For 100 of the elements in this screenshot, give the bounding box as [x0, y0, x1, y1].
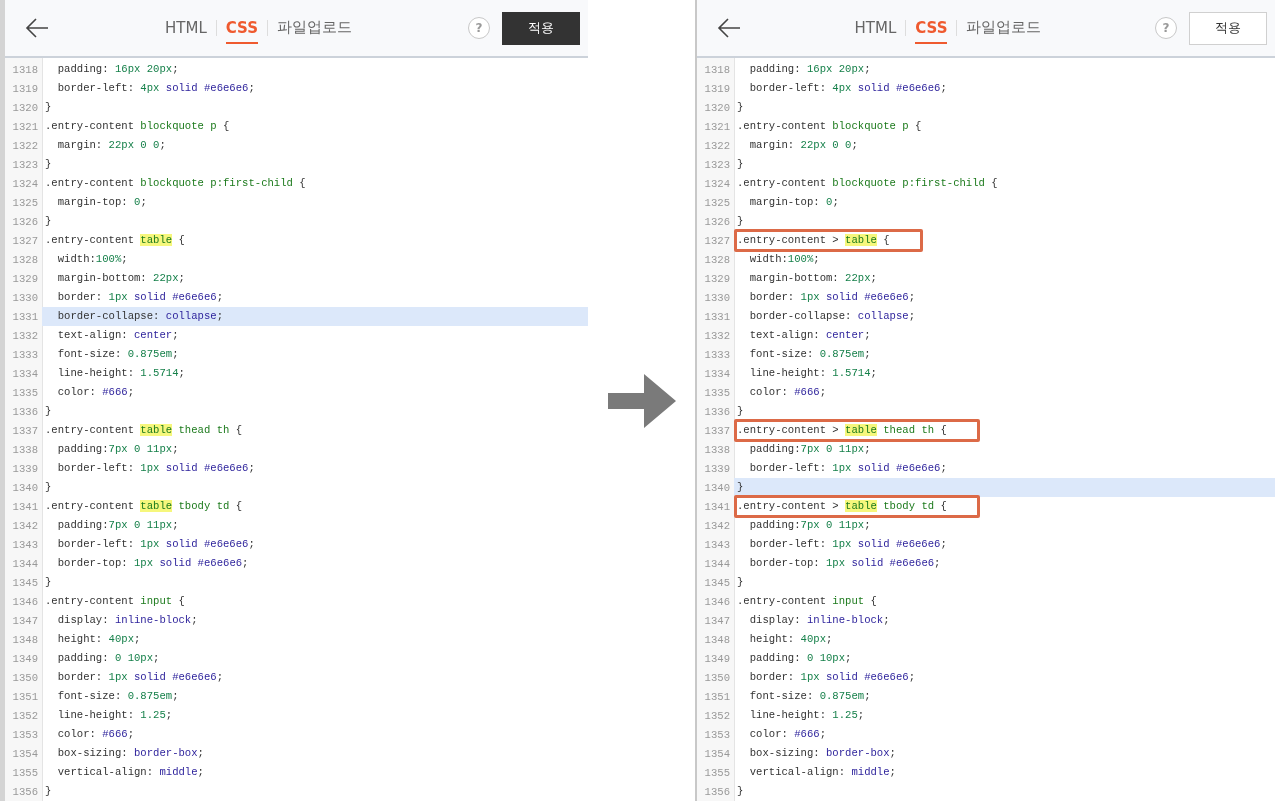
line-number: 1341	[703, 500, 731, 513]
line-number: 1318	[703, 63, 731, 76]
code-line: width:100%;	[56, 252, 128, 267]
code-line: }	[737, 480, 744, 495]
code-line: vertical-align: middle;	[748, 765, 896, 780]
code-line: border-collapse: collapse;	[56, 309, 223, 324]
code-line: }	[737, 214, 744, 229]
line-number: 1335	[11, 386, 39, 399]
line-number: 1320	[703, 101, 731, 114]
code-line: padding:7px 0 11px;	[748, 442, 871, 457]
line-number: 1331	[11, 310, 39, 323]
editor-tab[interactable]: CSS	[915, 12, 948, 44]
line-number: 1321	[703, 120, 731, 133]
code-line: height: 40px;	[748, 632, 833, 647]
line-number: 1323	[11, 158, 39, 171]
line-number: 1344	[703, 557, 731, 570]
line-number: 1355	[11, 766, 39, 779]
line-number: 1328	[11, 253, 39, 266]
code-line: padding: 0 10px;	[56, 651, 160, 666]
editor-tab[interactable]: 파일업로드	[277, 12, 352, 44]
line-number: 1325	[11, 196, 39, 209]
line-number: 1333	[703, 348, 731, 361]
code-line: margin: 22px 0 0;	[56, 138, 166, 153]
code-line: margin-top: 0;	[748, 195, 839, 210]
line-number: 1337	[703, 424, 731, 437]
line-number: 1321	[11, 120, 39, 133]
editor-tab[interactable]: HTML	[854, 12, 897, 44]
highlight-box: .entry-content > table tbody td {	[734, 495, 980, 518]
line-number: 1345	[703, 576, 731, 589]
code-line: line-height: 1.5714;	[56, 366, 185, 381]
line-number: 1327	[11, 234, 39, 247]
code-line: }	[45, 214, 52, 229]
code-line: line-height: 1.25;	[748, 708, 865, 723]
code-line: }	[737, 100, 744, 115]
line-number: 1348	[703, 633, 731, 646]
help-button[interactable]: ?	[468, 17, 490, 39]
line-number: 1341	[11, 500, 39, 513]
line-number: 1351	[703, 690, 731, 703]
code-line: border-left: 1px solid #e6e6e6;	[748, 461, 947, 476]
code-line: border: 1px solid #e6e6e6;	[748, 290, 916, 305]
line-number: 1319	[11, 82, 39, 95]
code-line: padding: 16px 20px;	[56, 62, 179, 77]
line-number: 1342	[11, 519, 39, 532]
code-line: border-left: 1px solid #e6e6e6;	[56, 537, 255, 552]
code-line: border-top: 1px solid #e6e6e6;	[56, 556, 249, 571]
code-line: padding: 16px 20px;	[748, 62, 871, 77]
code-line: }	[45, 784, 52, 799]
line-number: 1330	[703, 291, 731, 304]
line-number: 1325	[703, 196, 731, 209]
line-number: 1347	[11, 614, 39, 627]
back-arrow-icon[interactable]	[717, 17, 741, 39]
code-line: .entry-content input {	[737, 594, 877, 609]
line-number: 1332	[703, 329, 731, 342]
line-number: 1352	[703, 709, 731, 722]
line-number: 1333	[11, 348, 39, 361]
line-number: 1349	[11, 652, 39, 665]
line-number: 1354	[703, 747, 731, 760]
back-arrow-icon[interactable]	[25, 17, 49, 39]
line-number: 1336	[11, 405, 39, 418]
code-line: color: #666;	[748, 385, 826, 400]
line-number: 1349	[703, 652, 731, 665]
line-number: 1329	[703, 272, 731, 285]
line-number: 1327	[703, 234, 731, 247]
line-number: 1354	[11, 747, 39, 760]
line-number: 1347	[703, 614, 731, 627]
line-number: 1339	[703, 462, 731, 475]
line-number: 1334	[703, 367, 731, 380]
line-number: 1344	[11, 557, 39, 570]
line-number: 1353	[703, 728, 731, 741]
line-number: 1350	[703, 671, 731, 684]
code-line: border-left: 4px solid #e6e6e6;	[56, 81, 255, 96]
code-line: }	[45, 575, 52, 590]
line-number: 1340	[11, 481, 39, 494]
apply-button[interactable]: 적용	[1189, 11, 1267, 45]
line-number: 1326	[703, 215, 731, 228]
editor-tab[interactable]: CSS	[225, 12, 258, 44]
code-line: .entry-content blockquote p {	[45, 119, 230, 134]
help-button[interactable]: ?	[1155, 17, 1177, 39]
code-line: .entry-content blockquote p:first-child {	[737, 176, 998, 191]
line-number: 1322	[703, 139, 731, 152]
code-line: border-top: 1px solid #e6e6e6;	[748, 556, 941, 571]
code-line: border-left: 4px solid #e6e6e6;	[748, 81, 947, 96]
line-number: 1326	[11, 215, 39, 228]
line-number: 1330	[11, 291, 39, 304]
line-number: 1324	[11, 177, 39, 190]
line-number: 1343	[703, 538, 731, 551]
code-line: .entry-content blockquote p:first-child {	[45, 176, 306, 191]
code-line: margin-bottom: 22px;	[56, 271, 185, 286]
code-line: color: #666;	[748, 727, 826, 742]
code-line: border: 1px solid #e6e6e6;	[56, 290, 224, 305]
code-line: }	[737, 575, 744, 590]
line-number: 1320	[11, 101, 39, 114]
code-line: .entry-content blockquote p {	[737, 119, 922, 134]
line-number: 1329	[11, 272, 39, 285]
editor-tab[interactable]: 파일업로드	[966, 12, 1042, 44]
line-number: 1352	[11, 709, 39, 722]
apply-button[interactable]: 적용	[502, 11, 580, 45]
line-number: 1332	[11, 329, 39, 342]
code-line: .entry-content table {	[45, 233, 185, 248]
editor-tab[interactable]: HTML	[165, 12, 207, 44]
